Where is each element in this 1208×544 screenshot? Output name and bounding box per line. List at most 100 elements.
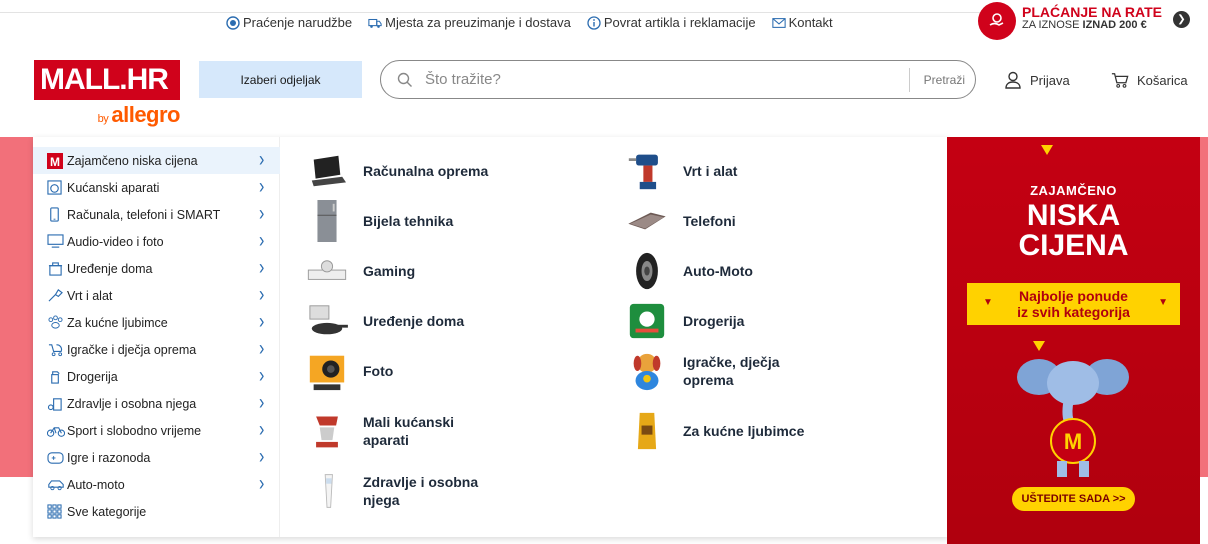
sidebar-item-label: Drogerija (67, 369, 118, 384)
low-price-banner[interactable]: ZAJAMČENO NISKA CIJENA ▼ Najbolje ponude… (947, 137, 1200, 544)
chevron-right-icon[interactable]: ❯ (1173, 11, 1190, 28)
choose-department-button[interactable]: Izaberi odjeljak (199, 61, 362, 98)
save-now-button[interactable]: UŠTEDITE SADA >> (1012, 487, 1135, 511)
sidebar-item-low-price[interactable]: M Zajamčeno niska cijena › (33, 147, 280, 174)
search-button[interactable]: Pretraži (908, 68, 975, 92)
sidebar-item-label: Vrt i alat (67, 288, 113, 303)
sidebar-item-label: Zajamčeno niska cijena (67, 153, 198, 168)
drill-icon (625, 149, 669, 193)
sidebar-item-toys[interactable]: Igračke i dječja oprema › (33, 336, 280, 363)
top-link-delivery[interactable]: Mjesta za preuzimanje i dostava (368, 15, 571, 30)
sidebar-item-health[interactable]: Zdravlje i osobna njega › (33, 390, 280, 417)
sidebar-item-games[interactable]: Igre i razonoda › (33, 444, 280, 471)
sidebar-item-label: Sport i slobodno vrijeme (67, 423, 202, 438)
top-link-label: Praćenje narudžbe (243, 15, 353, 30)
sidebar-item-label: Igre i razonoda (67, 450, 151, 465)
category-label: Uređenje doma (363, 312, 465, 329)
category-photo[interactable]: Foto (305, 349, 493, 393)
monitor-icon (47, 234, 65, 250)
banner-headline: NISKA CIJENA (1018, 199, 1129, 262)
sidebar-item-home-appliances[interactable]: Kućanski aparati › (33, 174, 280, 201)
category-label: Foto (363, 362, 394, 379)
category-label: Za kućne ljubimce (683, 422, 805, 439)
top-link-label: Povrat artikla i reklamacije (603, 15, 756, 30)
category-computer-equipment[interactable]: Računalna oprema (305, 149, 493, 193)
category-garden-tools[interactable]: Vrt i alat (625, 149, 813, 193)
sidebar-item-label: Zdravlje i osobna njega (67, 396, 197, 411)
top-link-order-tracking[interactable]: Praćenje narudžbe (226, 15, 352, 30)
category-label: Zdravlje i osobna njega (363, 473, 479, 508)
garden-tools-icon (47, 288, 65, 304)
chevron-right-icon: › (259, 202, 265, 225)
elephant-mascot-icon: M (1017, 359, 1129, 477)
sidebar-item-auto[interactable]: Auto-moto › (33, 471, 280, 498)
sidebar-item-label: Računala, telefoni i SMART (67, 207, 221, 222)
sidebar-item-sport[interactable]: Sport i slobodno vrijeme › (33, 417, 280, 444)
mall-logo[interactable]: MALL.HR by allegro (34, 60, 180, 128)
top-link-label: Kontakt (788, 15, 833, 30)
thermometer-icon (305, 469, 349, 513)
sidebar-item-all-categories[interactable]: Sve kategorije (33, 498, 280, 525)
user-icon (1005, 71, 1021, 89)
top-link-returns[interactable]: Povrat artikla i reklamacije (587, 15, 756, 30)
category-auto-moto[interactable]: Auto-Moto (625, 249, 813, 293)
phone-icon (47, 207, 65, 223)
banner-strip: ▼ Najbolje ponude iz svih kategorija ▼ (967, 283, 1180, 325)
sidebar-item-computers[interactable]: Računala, telefoni i SMART › (33, 201, 280, 228)
logo-wordmark: MALL.HR (34, 60, 180, 100)
top-link-contact[interactable]: Kontakt (771, 15, 833, 30)
tire-icon (625, 249, 669, 293)
stand-mixer-icon (305, 409, 349, 453)
spray-bottle-icon (47, 369, 65, 385)
chevron-right-icon: › (259, 418, 265, 441)
sidebar-item-label: Audio-video i foto (67, 234, 164, 249)
triangle-down-icon: ▼ (1158, 297, 1168, 308)
login-label: Prijava (1030, 72, 1070, 88)
home-tools-icon (47, 261, 65, 277)
svg-text:M: M (1064, 429, 1082, 454)
cookware-icon (305, 299, 349, 343)
category-label: Telefoni (683, 212, 736, 229)
category-phones[interactable]: Telefoni (625, 199, 813, 243)
category-gaming[interactable]: Gaming (305, 249, 493, 293)
hero-background-edge (1200, 137, 1208, 477)
sidebar-item-audio-video[interactable]: Audio-video i foto › (33, 228, 280, 255)
sidebar-item-drugstore[interactable]: Drogerija › (33, 363, 280, 390)
sidebar-item-label: Za kućne ljubimce (67, 315, 168, 330)
category-health-care[interactable]: Zdravlje i osobna njega (305, 469, 493, 513)
cart-link[interactable]: Košarica (1111, 71, 1188, 89)
mega-menu: M Zajamčeno niska cijena › Kućanski apar… (33, 137, 948, 537)
category-pets[interactable]: Za kućne ljubimce (625, 409, 813, 453)
category-toys[interactable]: Igračke, dječja oprema (625, 349, 813, 393)
top-divider (0, 12, 1000, 13)
chevron-right-icon: › (259, 229, 265, 252)
category-label: Računalna oprema (363, 162, 489, 179)
installments-promo[interactable]: PLAĆANJE NA RATE ZA IZNOSE IZNAD 200 € ❯ (978, 0, 1208, 42)
category-white-goods[interactable]: Bijela tehnika (305, 199, 493, 243)
sidebar-item-pets[interactable]: Za kućne ljubimce › (33, 309, 280, 336)
top-utility-bar: Praćenje narudžbe Mjesta za preuzimanje … (0, 0, 1208, 46)
detergent-pack-icon (625, 299, 669, 343)
action-camera-icon (305, 349, 349, 393)
cart-label: Košarica (1137, 72, 1188, 88)
game-console-icon (305, 249, 349, 293)
bicycle-icon (47, 423, 65, 439)
paw-icon (47, 315, 65, 331)
search-input[interactable] (425, 71, 885, 88)
chevron-right-icon: › (259, 445, 265, 468)
login-link[interactable]: Prijava (1004, 71, 1070, 89)
sidebar-item-garden[interactable]: Vrt i alat › (33, 282, 280, 309)
search-icon (397, 72, 412, 87)
health-icon (47, 396, 65, 412)
cart-icon (1111, 73, 1129, 88)
category-small-appliances[interactable]: Mali kućanski aparati (305, 409, 493, 453)
category-home-decor[interactable]: Uređenje doma (305, 299, 493, 343)
category-drugstore[interactable]: Drogerija (625, 299, 813, 343)
sidebar-item-home-decor[interactable]: Uređenje doma › (33, 255, 280, 282)
category-label: Auto-Moto (683, 262, 753, 279)
banner-triangle (1041, 145, 1053, 155)
chevron-right-icon: › (259, 283, 265, 306)
category-label: Igračke, dječja oprema (683, 353, 780, 388)
promo-title: PLAĆANJE NA RATE (1022, 3, 1163, 20)
radio-target-icon (226, 15, 240, 30)
